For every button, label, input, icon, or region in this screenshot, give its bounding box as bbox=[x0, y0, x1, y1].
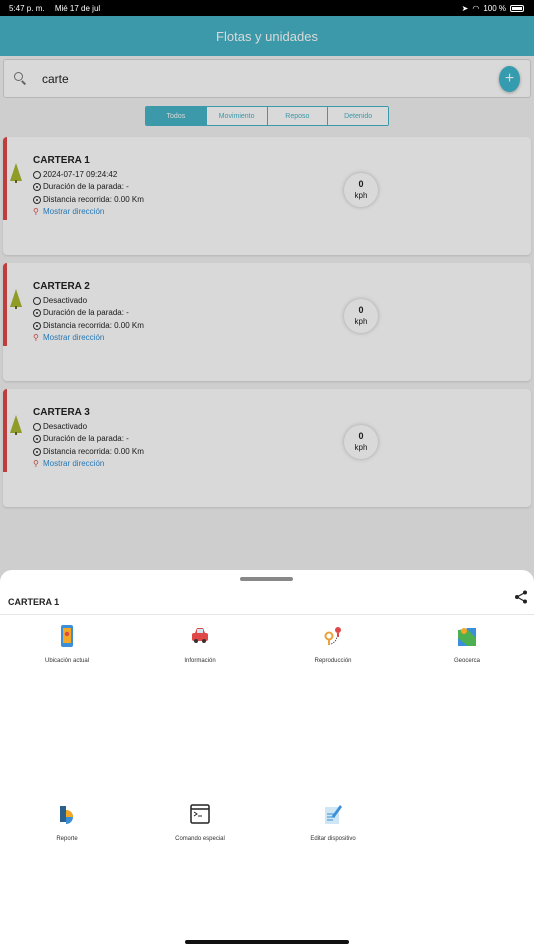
action-report[interactable]: Reporte bbox=[17, 802, 117, 842]
bottom-sheet: CARTERA 1 Ubicación actual Información R… bbox=[0, 570, 534, 950]
wifi-icon: ◠ bbox=[472, 3, 480, 13]
map-icon bbox=[458, 628, 476, 646]
phone-location-icon bbox=[61, 625, 73, 647]
status-bar: 5:47 p. m. Mié 17 de jul ➤ ◠ 100 % bbox=[0, 0, 534, 16]
sheet-grabber[interactable] bbox=[240, 577, 293, 581]
sheet-title: CARTERA 1 bbox=[8, 597, 60, 607]
action-label: Información bbox=[184, 658, 216, 664]
action-current-location[interactable]: Ubicación actual bbox=[17, 624, 117, 664]
action-geofence[interactable]: Geocerca bbox=[417, 624, 517, 664]
route-pins-icon bbox=[324, 627, 341, 645]
action-edit-device[interactable]: Editar dispositivo bbox=[283, 802, 383, 842]
terminal-icon bbox=[190, 804, 210, 824]
report-chart-icon bbox=[60, 806, 73, 824]
battery-icon bbox=[510, 4, 524, 12]
status-date: Mié 17 de jul bbox=[54, 3, 101, 13]
action-label: Editar dispositivo bbox=[310, 836, 356, 842]
car-icon bbox=[192, 628, 208, 643]
status-time: 5:47 p. m. bbox=[9, 3, 45, 13]
action-information[interactable]: Información bbox=[150, 624, 250, 664]
action-label: Geocerca bbox=[453, 658, 480, 664]
action-label: Reproducción bbox=[314, 658, 352, 664]
edit-note-icon bbox=[325, 805, 342, 824]
action-special-command[interactable]: Comando especial bbox=[150, 802, 250, 842]
location-arrow-icon: ➤ bbox=[461, 3, 469, 13]
action-label: Comando especial bbox=[175, 836, 225, 842]
battery-percent: 100 % bbox=[483, 3, 506, 13]
action-playback[interactable]: Reproducción bbox=[283, 624, 383, 664]
share-icon[interactable] bbox=[514, 590, 528, 604]
action-label: Ubicación actual bbox=[44, 658, 90, 664]
sheet-divider bbox=[0, 614, 534, 615]
home-indicator[interactable] bbox=[185, 940, 349, 944]
action-label: Reporte bbox=[56, 836, 78, 842]
